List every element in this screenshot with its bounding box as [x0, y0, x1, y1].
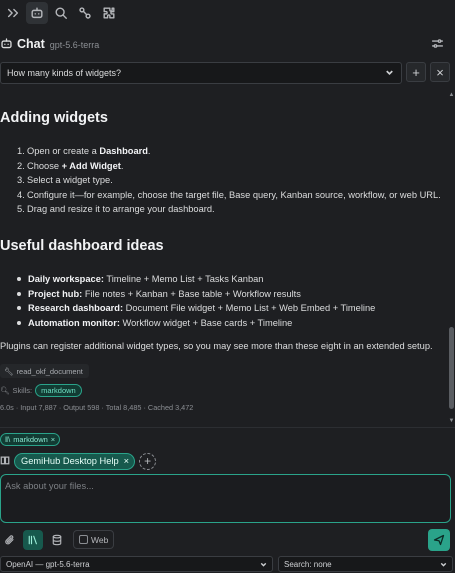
chevron-down-icon	[259, 560, 268, 569]
tool-call-chip[interactable]: 🔧︎ read_okf_document	[0, 364, 89, 378]
chat-bot-icon[interactable]	[26, 2, 48, 24]
list-item: Daily workspace: Timeline + Memo List + …	[17, 272, 375, 287]
message-area: Adding widgets 1. Open or create a Dashbo…	[0, 88, 445, 425]
list-item: 4. Configure it—for example, choose the t…	[17, 189, 441, 200]
conversation-select[interactable]: How many kinds of widgets?	[0, 62, 402, 84]
library-icon: ǁ\	[5, 435, 11, 444]
skill-context-chip[interactable]: ǁ\ markdown ×	[0, 433, 61, 446]
workflow-icon[interactable]	[74, 2, 96, 24]
model-name: gpt-5.6-terra	[49, 40, 100, 50]
section-heading: Adding widgets	[0, 110, 108, 126]
checkbox[interactable]	[79, 535, 88, 544]
library-icon[interactable]	[23, 530, 43, 550]
book-icon	[0, 455, 10, 467]
wrench-icon: 🔧︎	[4, 366, 14, 376]
scroll-down-icon[interactable]: ▼	[448, 418, 455, 424]
closing-paragraph: Plugins can register additional widget t…	[0, 341, 433, 351]
page-title: Chat	[17, 37, 45, 51]
chevron-down-icon	[439, 560, 448, 569]
expand-sidebar-icon[interactable]	[2, 2, 24, 24]
chevron-down-icon	[384, 67, 396, 79]
paperclip-icon[interactable]	[0, 530, 20, 550]
conversation-selected: How many kinds of widgets?	[7, 68, 122, 78]
remove-help-button[interactable]: ×	[124, 456, 129, 466]
new-chat-button[interactable]: +	[406, 62, 426, 82]
bot-icon	[0, 37, 14, 51]
section-heading: Useful dashboard ideas	[0, 238, 164, 254]
model-select[interactable]: OpenAI — gpt-5.6-terra	[0, 556, 273, 572]
list-item: 5. Drag and resize it to arrange your das…	[17, 204, 215, 214]
skills-icon: 🔍︎	[0, 385, 10, 395]
scroll-up-icon[interactable]: ▲	[448, 92, 455, 98]
chat-input-box[interactable]	[0, 474, 451, 523]
search-icon[interactable]	[50, 2, 72, 24]
help-context-chip[interactable]: GemiHub Desktop Help ×	[14, 452, 136, 470]
add-context-button[interactable]: +	[139, 452, 157, 470]
steps-list: 1. Open or create a Dashboard. 2. Choose +…	[17, 144, 441, 217]
conversation-bar: How many kinds of widgets? + ×	[0, 62, 455, 84]
list-item: 3. Select a widget type.	[17, 175, 113, 185]
scrollbar-thumb[interactable]	[449, 327, 454, 409]
chat-input[interactable]	[5, 481, 445, 519]
list-item: Research dashboard: Document File widget…	[17, 301, 375, 316]
search-mode-select[interactable]: Search: none	[278, 556, 453, 572]
web-search-toggle[interactable]: Web	[73, 530, 115, 549]
database-icon[interactable]	[47, 530, 67, 550]
divider	[0, 427, 455, 428]
send-button[interactable]	[428, 529, 450, 551]
list-item: Project hub: File notes + Kanban + Base …	[17, 287, 375, 302]
skill-pill[interactable]: markdown	[35, 383, 82, 397]
list-item: 1. Open or create a Dashboard.	[17, 146, 151, 156]
usage-stats: 6.0s · Input 7,887 · Output 598 · Total …	[0, 403, 194, 412]
skills-row: 🔍︎ Skills: markdown	[0, 382, 82, 398]
scrollbar[interactable]: ▲ ▼	[447, 92, 455, 425]
plugin-puzzle-icon[interactable]	[98, 2, 120, 24]
bottom-selects: OpenAI — gpt-5.6-terra Search: none	[0, 556, 455, 573]
close-chat-button[interactable]: ×	[430, 62, 450, 82]
list-item: Automation monitor: Workflow widget + Ba…	[17, 316, 375, 331]
input-toolbar: Web	[0, 530, 455, 550]
list-item: 2. Choose + Add Widget.	[17, 160, 124, 171]
settings-sliders-icon[interactable]	[431, 37, 445, 51]
chat-header: Chat gpt-5.6-terra	[0, 30, 455, 58]
ideas-list: Daily workspace: Timeline + Memo List + …	[17, 272, 375, 330]
top-toolbar	[0, 0, 455, 26]
context-row: GemiHub Desktop Help × +	[0, 452, 157, 470]
remove-skill-button[interactable]: ×	[51, 435, 55, 444]
